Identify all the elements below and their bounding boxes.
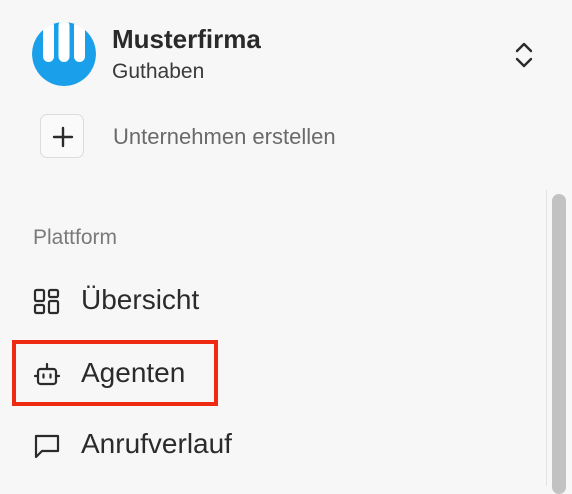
nav-item-label: Übersicht xyxy=(81,284,200,315)
highlight-box xyxy=(12,340,218,406)
plus-icon xyxy=(40,114,84,158)
create-company-label: Unternehmen erstellen xyxy=(113,124,336,149)
create-company-button[interactable]: Unternehmen erstellen xyxy=(40,114,440,162)
organization-logo xyxy=(32,22,96,86)
scrollbar-track xyxy=(546,190,547,486)
dashboard-icon xyxy=(33,288,61,316)
nav-item-call-history[interactable]: Anrufverlauf xyxy=(33,426,453,466)
message-icon xyxy=(33,432,61,460)
nav-item-label: Anrufverlauf xyxy=(81,428,232,459)
chevron-up-down-icon[interactable] xyxy=(512,40,536,70)
organization-name: Musterfirma xyxy=(112,24,261,54)
organization-switcher[interactable]: Musterfirma Guthaben xyxy=(32,22,546,88)
scrollbar-thumb[interactable] xyxy=(552,194,566,494)
section-label-platform: Plattform xyxy=(33,226,118,249)
organization-subtitle: Guthaben xyxy=(112,60,205,83)
nav-item-overview[interactable]: Übersicht xyxy=(33,282,453,322)
scrollbar[interactable] xyxy=(546,190,572,494)
